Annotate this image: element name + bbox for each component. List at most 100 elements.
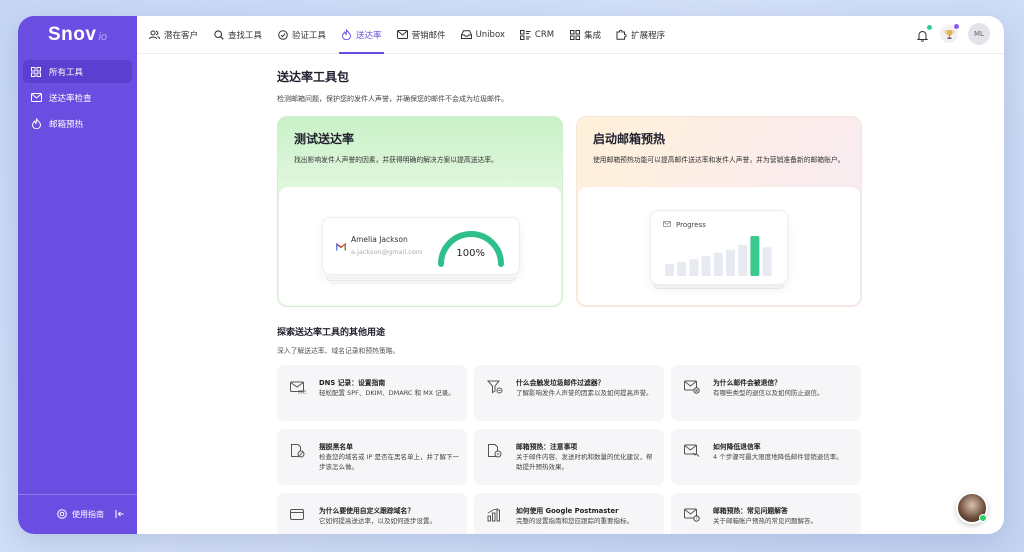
feature-cards: 测试送达率 找出影响发件人声誉的因素，并获得明确的解决方案以提高送达率。 Ame… [277,116,862,307]
tile-title: 如何降低退信率 [713,443,761,451]
nav-crm[interactable]: CRM [519,16,555,54]
sidebar-footer: 使用指南 [18,494,137,534]
resource-tile-bounces[interactable]: 为什么邮件会被退信？ 有哪些类型的退信以及如何防止退信。 [671,365,861,421]
nav-label: CRM [534,29,555,40]
nav-deliverability[interactable]: 送达率 [339,16,384,54]
logo-sub: io [98,31,107,43]
card-title: 启动邮箱预热 [593,132,666,146]
app-window: Snov io 所有工具 送达率检查 邮箱预热 使用指南 潜在客户 查找工具 验… [18,16,1004,534]
preview-stack [330,281,512,284]
progress-header: Progress [663,221,706,229]
trophy-icon[interactable] [940,24,959,43]
progress-bar [762,247,772,276]
nav-finder[interactable]: 查找工具 [213,16,262,54]
progress-bar [713,252,723,276]
preview-stack [654,285,784,289]
sidebar: Snov io 所有工具 送达率检查 邮箱预热 使用指南 [18,16,137,534]
card-description: 找出影响发件人声誉的因素，并获得明确的解决方案以提高送达率。 [294,156,498,164]
progress-bar [665,264,674,276]
tile-description: 有哪些类型的退信以及如何防止退信。 [713,389,824,397]
nav-label: 潜在客户 [164,30,199,41]
apps-icon [569,29,580,40]
guide-label: 使用指南 [72,510,104,519]
nav-label: 验证工具 [292,30,327,41]
mail-icon [396,29,408,40]
nav-prospects[interactable]: 潜在客户 [149,16,198,54]
browser-icon [290,507,306,521]
analytics-icon [487,507,503,522]
test-deliverability-card[interactable]: 测试送达率 找出影响发件人声誉的因素，并获得明确的解决方案以提高送达率。 Ame… [277,116,563,307]
progress-bar [701,256,711,276]
card-description: 使用邮箱预热功能可以提高邮件送达率和发件人声誉，并为营销准备新的邮箱账户。 [593,156,845,164]
tile-description: 它如何提高送达率，以及如何逐步设置。 [319,517,436,525]
nav-integrations[interactable]: 集成 [569,16,601,54]
user-avatar[interactable]: ML [968,23,990,45]
sidebar-item-label: 邮箱预热 [49,119,84,130]
mail-question-icon: ? [684,507,700,522]
resource-tile-reduce-bounce[interactable]: 如何降低退信率 4 个步骤可最大限度地降低邮件营销退信率。 [671,429,861,485]
lifebuoy-icon [57,508,67,521]
support-chat-avatar[interactable] [956,492,988,524]
check-circle-icon [277,29,288,40]
tile-title: DNS 记录：设置指南 [319,379,386,387]
progress-label: Progress [676,221,706,229]
resource-tile-warmup-faq[interactable]: ? 邮箱预热：常见问题解答 关于邮箱账户预热的常见问题解答。 [671,493,861,534]
progress-preview: Progress [650,210,788,285]
flame-icon [341,29,352,40]
notification-dot [927,25,932,30]
svg-text:DNS: DNS [298,390,306,395]
mail-icon [663,221,671,229]
start-warmup-card[interactable]: 启动邮箱预热 使用邮箱预热功能可以提高邮件送达率和发件人声誉，并为营销准备新的邮… [576,116,862,307]
grid-icon [30,66,42,78]
resource-tile-postmaster[interactable]: 如何使用 Google Postmaster 完整的设置指南和您应跟踪的重要指标… [474,493,664,534]
svg-text:?: ? [695,516,697,521]
resource-tile-tracking-domain[interactable]: 为什么要使用自定义跟踪域名？ 它如何提高送达率，以及如何逐步设置。 [277,493,467,534]
filter-icon [486,379,503,394]
sidebar-item-label: 送达率检查 [49,93,92,104]
tile-description: 了解影响发件人声誉的因素以及如何提高声誉。 [516,389,653,397]
tile-title: 摆脱黑名单 [319,443,353,451]
nav-label: 集成 [584,30,602,41]
crm-icon [519,29,531,40]
tile-title: 为什么要使用自定义跟踪域名？ [319,507,415,515]
nav-label: 查找工具 [228,30,263,41]
blacklist-icon [290,443,306,458]
collapse-sidebar-icon[interactable] [115,509,127,521]
tile-description: 4 个步骤可最大限度地降低邮件营销退信率。 [713,453,843,461]
mail-icon [30,92,42,104]
score-value: 100% [456,248,485,259]
nav-unibox[interactable]: Unibox [460,16,505,54]
logo[interactable]: Snov io [18,16,137,54]
page-subtitle: 检测邮箱问题，保护您的发件人声誉，并确保您的邮件不会成为垃圾邮件。 [277,95,508,103]
score-gauge [438,231,504,267]
explore-subtitle: 深入了解送达率、域名记录和预热策略。 [277,347,400,355]
nav-extensions[interactable]: 扩展程序 [616,16,665,54]
progress-bar [677,262,687,276]
flame-icon [30,118,42,130]
sidebar-item-warmup[interactable]: 邮箱预热 [23,112,132,135]
card-title: 测试送达率 [294,132,355,146]
tile-description: 检查您的域名或 IP 是否在黑名单上，并了解下一步该怎么做。 [319,453,459,471]
nav-campaigns[interactable]: 营销邮件 [396,16,446,54]
page-title: 送达率工具包 [277,70,350,84]
tile-description: 轻松配置 SPF、DKIM、DMARC 和 MX 记录。 [319,389,455,397]
online-indicator [979,514,987,522]
resource-tile-spam-filters[interactable]: 什么会触发垃圾邮件过滤器？ 了解影响发件人声誉的因素以及如何提高声誉。 [474,365,664,421]
nav-verifier[interactable]: 验证工具 [277,16,326,54]
users-icon [149,29,160,40]
resource-tile-warmup-tips[interactable]: 邮箱预热：注意事项 关于邮件内容、发送时机和数量的优化建议，帮助提升预热效果。 [474,429,664,485]
resource-tile-dns[interactable]: DNS DNS 记录：设置指南 轻松配置 SPF、DKIM、DMARC 和 MX… [277,365,467,421]
progress-bar [738,244,748,276]
resource-grid: DNS DNS 记录：设置指南 轻松配置 SPF、DKIM、DMARC 和 MX… [277,365,862,534]
resource-tile-blacklist[interactable]: 摆脱黑名单 检查您的域名或 IP 是否在黑名单上，并了解下一步该怎么做。 [277,429,467,485]
trophy-dot [954,24,959,29]
tile-description: 关于邮箱账户预热的常见问题解答。 [713,517,817,525]
progress-bar [750,236,760,276]
sidebar-item-deliverability-check[interactable]: 送达率检查 [23,86,132,109]
preview-name: Amelia Jackson [351,235,408,244]
sidebar-item-all-tools[interactable]: 所有工具 [23,60,132,83]
tile-title: 邮箱预热：常见问题解答 [713,507,788,515]
guide-button[interactable]: 使用指南 [57,508,104,521]
bell-icon[interactable] [916,25,932,42]
content-column: 送达率工具包 检测邮箱问题，保护您的发件人声誉，并确保您的邮件不会成为垃圾邮件。… [277,54,862,534]
